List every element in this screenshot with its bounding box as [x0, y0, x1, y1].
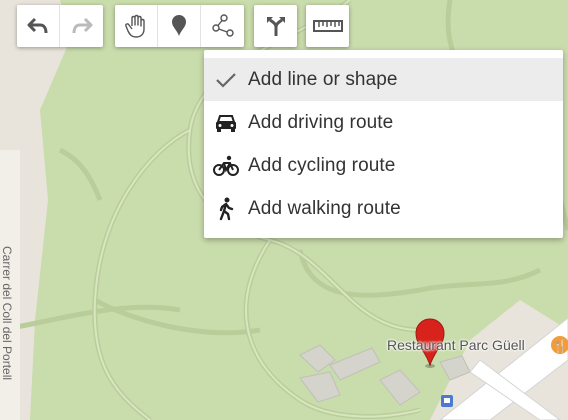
- marker-icon: [172, 15, 186, 36]
- menu-item-walking[interactable]: Add walking route: [204, 187, 563, 230]
- menu-item-label: Add walking route: [248, 197, 401, 219]
- poi-label[interactable]: Restaurant Parc Güell: [387, 337, 525, 353]
- measure-button[interactable]: [306, 5, 349, 47]
- add-marker-button[interactable]: [158, 5, 201, 47]
- history-toolbar: [17, 5, 103, 47]
- directions-toolbar: [254, 5, 297, 47]
- pan-button[interactable]: [115, 5, 158, 47]
- bus-stop-icon[interactable]: [441, 395, 453, 407]
- draw-line-icon: [211, 14, 234, 37]
- restaurant-icon[interactable]: 🍴: [551, 336, 568, 354]
- bicycle-icon: [213, 155, 239, 176]
- menu-item-line-shape[interactable]: Add line or shape: [204, 58, 563, 101]
- menu-item-cycling[interactable]: Add cycling route: [204, 144, 563, 187]
- redo-icon: [72, 17, 92, 34]
- add-directions-button[interactable]: [254, 5, 297, 47]
- undo-icon: [27, 17, 48, 34]
- menu-item-label: Add driving route: [248, 111, 394, 133]
- svg-text:🍴: 🍴: [553, 339, 568, 353]
- route-icon: [266, 17, 285, 36]
- directions-menu: Add line or shape Add driving route Add …: [204, 50, 563, 238]
- undo-button[interactable]: [17, 5, 60, 47]
- menu-item-driving[interactable]: Add driving route: [204, 101, 563, 144]
- car-icon: [216, 114, 236, 132]
- walking-icon: [219, 197, 234, 220]
- measure-toolbar: [306, 5, 349, 47]
- checkmark-icon: [216, 72, 236, 88]
- menu-item-label: Add line or shape: [248, 68, 398, 90]
- draw-line-button[interactable]: [201, 5, 244, 47]
- menu-item-label: Add cycling route: [248, 154, 396, 176]
- street-label: Carrer del Coll del Portell: [0, 246, 14, 381]
- tools-toolbar: [115, 5, 244, 47]
- ruler-icon: [312, 20, 343, 32]
- redo-button[interactable]: [60, 5, 103, 47]
- hand-icon: [125, 14, 145, 38]
